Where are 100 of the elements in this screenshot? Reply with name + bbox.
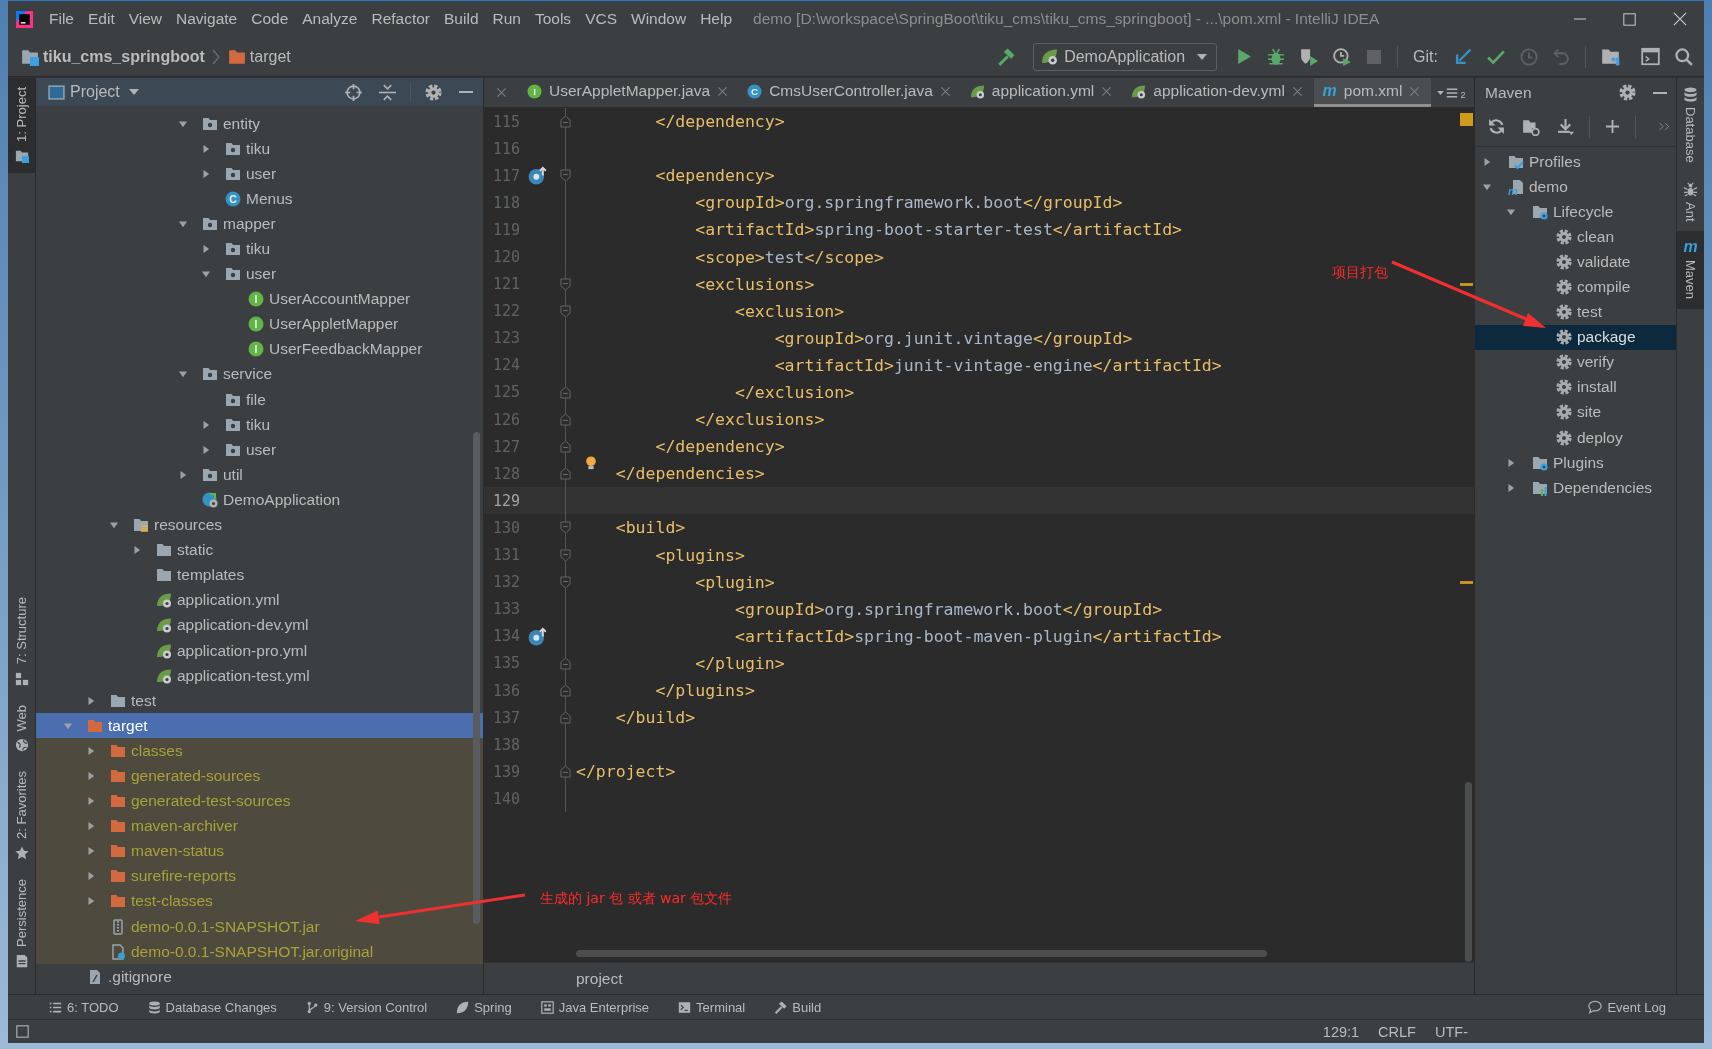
editor-tab[interactable]: m pom.xml xyxy=(1313,78,1432,107)
tree-item[interactable]: generated-sources xyxy=(36,763,483,789)
maximize-icon[interactable] xyxy=(1623,12,1636,26)
tab-list-button[interactable]: 2 xyxy=(1431,78,1470,107)
tool-window-button[interactable]: Database xyxy=(1677,78,1704,173)
menu-item[interactable]: VCS xyxy=(578,10,624,28)
tool-window-button[interactable]: Terminal xyxy=(678,999,746,1015)
app-logo-icon[interactable] xyxy=(16,10,33,28)
editor-tab[interactable]: C CmsUserController.java xyxy=(739,78,962,107)
menu-item[interactable]: Build xyxy=(437,10,486,28)
tree-item[interactable]: classes xyxy=(36,738,483,764)
tree-item[interactable]: generated-test-sources xyxy=(36,788,483,814)
tree-item[interactable]: verify xyxy=(1530,349,1619,375)
folder-grid-icon[interactable] xyxy=(1601,47,1620,66)
settings-icon[interactable] xyxy=(1619,84,1636,101)
menu-item[interactable]: Code xyxy=(244,10,296,28)
fold-marker-icon[interactable] xyxy=(559,413,571,427)
tree-item[interactable]: demo-0.0.1-SNAPSHOT.jar xyxy=(36,914,483,940)
tree-item[interactable]: user xyxy=(200,161,281,187)
tool-window-button[interactable]: Event Log xyxy=(1588,999,1666,1015)
menu-item[interactable]: Help xyxy=(693,10,740,28)
shield-run-icon[interactable] xyxy=(1300,47,1319,66)
tree-item[interactable]: user xyxy=(200,437,281,463)
fold-marker-icon[interactable] xyxy=(559,304,571,318)
tree-item[interactable]: clean xyxy=(1530,224,1619,250)
download-icon[interactable] xyxy=(1557,118,1574,135)
chevrons-icon[interactable] xyxy=(1659,121,1670,132)
tree-item[interactable]: I UserFeedbackMapper xyxy=(223,336,427,362)
terminal-window-icon[interactable] xyxy=(1641,47,1660,66)
tool-window-button[interactable]: m Maven xyxy=(1677,231,1704,310)
tree-item[interactable]: file xyxy=(200,387,270,413)
tool-window-button[interactable]: 2: Favorites xyxy=(8,762,35,871)
editor-tab[interactable]: application-dev.yml xyxy=(1123,78,1314,107)
tree-item[interactable]: compile xyxy=(1530,274,1635,300)
stop-icon[interactable] xyxy=(1366,48,1383,65)
collapse-all-icon[interactable] xyxy=(379,83,396,101)
tree-item[interactable]: I UserAppletMapper xyxy=(223,311,403,337)
tree-item[interactable]: service xyxy=(177,361,277,388)
clock-icon[interactable] xyxy=(1520,47,1538,66)
tree-item[interactable]: validate xyxy=(1530,249,1635,275)
cursor-position[interactable]: 129:1 xyxy=(1322,1023,1360,1040)
tree-item[interactable]: util xyxy=(177,462,247,488)
fold-marker-icon[interactable] xyxy=(559,521,571,535)
tree-item[interactable]: application-pro.yml xyxy=(131,637,312,664)
fold-marker-icon[interactable] xyxy=(559,684,571,697)
tree-item[interactable]: tiku xyxy=(200,236,275,262)
crosshair-icon[interactable] xyxy=(345,83,362,101)
menu-item[interactable]: Window xyxy=(624,10,694,28)
tree-item[interactable]: test xyxy=(85,688,160,714)
tree-item[interactable]: application-dev.yml xyxy=(131,612,313,638)
run-configuration-dropdown[interactable]: DemoApplication xyxy=(1033,42,1218,71)
fold-marker-icon[interactable] xyxy=(559,656,571,670)
tree-item[interactable]: demo-0.0.1-SNAPSHOT.jar.original xyxy=(36,939,483,965)
plus-icon[interactable] xyxy=(1605,119,1620,134)
file-encoding[interactable]: UTF- xyxy=(1435,1023,1468,1040)
tree-item[interactable]: site xyxy=(1530,399,1606,426)
tree-item[interactable]: tiku xyxy=(200,412,275,438)
tree-item[interactable]: C Menus xyxy=(200,186,297,212)
tree-item[interactable]: deploy xyxy=(1530,425,1627,451)
line-separator[interactable]: CRLF xyxy=(1378,1023,1416,1040)
menu-item[interactable]: Edit xyxy=(81,10,122,28)
bug-icon[interactable] xyxy=(1267,47,1286,66)
menu-item[interactable]: Tools xyxy=(527,10,579,28)
minimize-icon[interactable] xyxy=(1653,91,1667,94)
scrollbar[interactable] xyxy=(473,432,480,924)
tree-item[interactable]: mapper xyxy=(177,211,280,237)
fold-marker-icon[interactable] xyxy=(559,575,571,589)
tool-window-button[interactable]: Database Changes xyxy=(147,999,277,1015)
tree-item[interactable]: static xyxy=(131,537,218,563)
tree-item[interactable]: application-test.yml xyxy=(131,663,314,689)
search-icon[interactable] xyxy=(1675,47,1693,66)
run-icon[interactable] xyxy=(1235,48,1253,65)
fold-marker-icon[interactable] xyxy=(559,548,571,562)
view-dropdown[interactable]: Project xyxy=(70,83,139,101)
scrollbar[interactable] xyxy=(1465,782,1472,962)
fold-marker-icon[interactable] xyxy=(559,440,571,454)
tool-window-button[interactable]: Build xyxy=(774,999,822,1015)
tree-item[interactable]: tiku xyxy=(200,136,275,162)
arrow-down-left-icon[interactable] xyxy=(1455,48,1472,65)
menu-item[interactable]: View xyxy=(121,10,170,28)
breadcrumb-item[interactable]: target xyxy=(249,47,291,66)
close-icon[interactable] xyxy=(1673,12,1687,26)
fold-marker-icon[interactable] xyxy=(559,169,571,183)
tree-item[interactable]: user xyxy=(200,261,281,287)
tree-item[interactable]: install xyxy=(1530,374,1621,400)
fold-marker-icon[interactable] xyxy=(559,765,571,779)
hammer-icon[interactable] xyxy=(997,47,1016,66)
tool-window-button[interactable]: Spring xyxy=(456,999,512,1015)
menu-item[interactable]: Refactor xyxy=(364,10,438,28)
scrollbar[interactable] xyxy=(576,950,1267,957)
tool-window-button[interactable]: Persistence xyxy=(8,870,35,978)
tree-item[interactable]: I UserAccountMapper xyxy=(223,286,415,312)
tree-item[interactable]: DemoApplication xyxy=(177,487,345,513)
clock-run-icon[interactable] xyxy=(1333,47,1352,66)
breadcrumb-item[interactable]: tiku_cms_springboot xyxy=(43,47,205,66)
tree-item[interactable]: application.yml xyxy=(131,587,284,613)
tree-item[interactable]: Lifecycle xyxy=(1506,199,1618,225)
menu-item[interactable]: Analyze xyxy=(295,10,365,28)
tool-window-button[interactable]: 9: Version Control xyxy=(305,999,428,1015)
settings-icon[interactable] xyxy=(425,83,442,101)
